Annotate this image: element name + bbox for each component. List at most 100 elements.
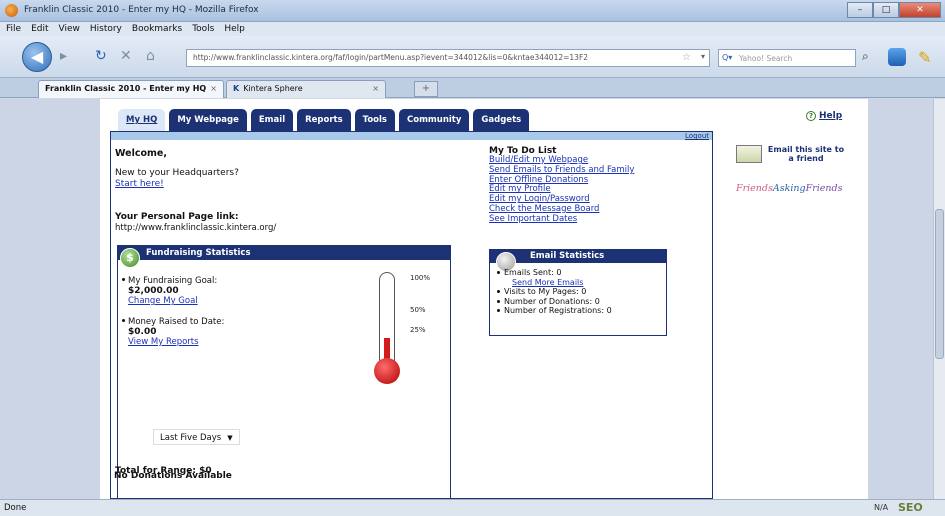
todo-list: Build/Edit my Webpage Send Emails to Fri…: [489, 155, 634, 225]
tab-tools[interactable]: Tools: [354, 109, 395, 131]
page-content: My HQ My Webpage Email Reports Tools Com…: [0, 99, 945, 500]
main-panel: Logout Welcome, New to your Headquarters…: [110, 131, 713, 500]
toolbar-addon-icon[interactable]: [888, 48, 906, 66]
close-window-button[interactable]: ✕: [899, 2, 941, 18]
thermo-label-100: 100%: [410, 274, 431, 282]
send-more-emails-link[interactable]: Send More Emails: [504, 278, 612, 288]
help-link[interactable]: ? Help: [806, 111, 842, 121]
visits-count: Visits to My Pages: 0: [497, 287, 612, 297]
start-here-link[interactable]: Start here!: [115, 179, 164, 189]
fundraising-header-label: Fundraising Statistics: [146, 248, 251, 258]
date-range-select[interactable]: Last Five Days ▼: [153, 429, 240, 445]
welcome-heading: Welcome,: [115, 148, 167, 159]
tab-strip: Franklin Classic 2010 - Enter my HQ × KK…: [0, 78, 945, 98]
close-tab-icon[interactable]: ×: [210, 81, 217, 97]
help-icon: ?: [806, 111, 816, 121]
friends-asking-friends-logo: FriendsAskingFriends: [736, 183, 843, 194]
window-title-bar: Franklin Classic 2010 - Enter my HQ - Mo…: [0, 0, 945, 22]
dollar-icon: $: [120, 248, 140, 268]
forward-button[interactable]: ▸: [60, 48, 67, 64]
kintera-icon: K: [233, 84, 240, 93]
emails-sent: Emails Sent: 0: [497, 268, 612, 278]
tab-reports[interactable]: Reports: [297, 109, 351, 131]
firefox-icon: [5, 4, 18, 17]
thermometer-bulb: [374, 358, 400, 384]
todo-important-dates[interactable]: See Important Dates: [489, 214, 634, 225]
window-controls: – □ ✕: [847, 2, 941, 18]
tab-community[interactable]: Community: [399, 109, 470, 131]
email-friend-label: Email this site to a friend: [767, 145, 845, 163]
panel-top-bar: Logout: [111, 132, 712, 140]
change-goal-link[interactable]: Change My Goal: [128, 296, 217, 306]
tab-email[interactable]: Email: [250, 109, 294, 131]
email-stats-header: Email Statistics: [490, 250, 666, 272]
chevron-down-icon: ▼: [227, 434, 233, 442]
tab-label: Kintera Sphere: [243, 84, 303, 93]
email-stats-header-label: Email Statistics: [530, 251, 605, 261]
url-dropdown-icon[interactable]: ▾: [701, 52, 705, 61]
page-margin-left: [0, 99, 100, 499]
fundraising-goal: My Fundraising Goal: $2,000.00 Change My…: [122, 276, 218, 306]
navigation-toolbar: ◀ ▸ ↻ ✕ ⌂ http://www.franklinclassic.kin…: [0, 36, 945, 78]
home-icon[interactable]: ⌂: [146, 48, 155, 64]
menu-help[interactable]: Help: [224, 22, 245, 36]
personal-page-url: http://www.franklinclassic.kintera.org/: [115, 223, 277, 233]
email-stats-list: Emails Sent: 0 Send More Emails Visits t…: [497, 268, 612, 316]
vertical-scrollbar[interactable]: [933, 99, 945, 499]
money-raised: Money Raised to Date: $0.00 View My Repo…: [122, 317, 225, 347]
fundraising-statistics-box: $ Fundraising Statistics My Fundraising …: [117, 245, 451, 500]
help-label: Help: [819, 111, 843, 121]
search-bar[interactable]: Q▾ Yahoo! Search: [718, 49, 856, 67]
status-text: Done: [4, 503, 27, 513]
donations-count: Number of Donations: 0: [497, 297, 612, 307]
back-button[interactable]: ◀: [22, 42, 52, 72]
page-margin-right: [868, 99, 933, 499]
bookmark-star-icon[interactable]: ☆: [682, 52, 691, 63]
status-na: N/A: [874, 503, 889, 512]
search-engine-icon[interactable]: Q▾: [722, 53, 732, 62]
tab-my-hq[interactable]: My HQ: [118, 109, 166, 131]
no-donations-label: No Donations Available: [114, 471, 232, 481]
menu-history[interactable]: History: [90, 22, 122, 36]
menu-tools[interactable]: Tools: [192, 22, 214, 36]
menu-bookmarks[interactable]: Bookmarks: [132, 22, 182, 36]
close-tab-icon[interactable]: ×: [372, 81, 379, 97]
url-text: http://www.franklinclassic.kintera.org/f…: [193, 53, 589, 62]
goal-label: My Fundraising Goal:: [128, 276, 218, 286]
menu-view[interactable]: View: [59, 22, 80, 36]
email-friend-link[interactable]: Email this site to a friend: [736, 143, 848, 173]
bullet: [122, 278, 125, 281]
logout-link[interactable]: Logout: [685, 132, 709, 140]
registrations-count: Number of Registrations: 0: [497, 306, 612, 316]
search-placeholder: Yahoo! Search: [739, 54, 793, 63]
tab-my-webpage[interactable]: My Webpage: [169, 109, 247, 131]
reload-icon[interactable]: ↻: [95, 48, 107, 64]
range-select-value: Last Five Days: [160, 433, 222, 443]
tab-franklin-classic[interactable]: Franklin Classic 2010 - Enter my HQ ×: [38, 80, 224, 98]
search-go-icon[interactable]: ⌕: [862, 49, 878, 67]
seo-addon-icon[interactable]: SEO: [898, 501, 923, 514]
bullet: [122, 319, 125, 322]
thermo-label-50: 50%: [410, 306, 426, 314]
stop-icon[interactable]: ✕: [120, 48, 132, 64]
window-title: Franklin Classic 2010 - Enter my HQ - Mo…: [24, 5, 259, 15]
status-bar: Done N/A SEO: [0, 499, 945, 516]
new-tab-button[interactable]: +: [414, 81, 438, 97]
new-to-hq-text: New to your Headquarters?: [115, 168, 239, 178]
tab-kintera-sphere[interactable]: K Kintera Sphere ×: [226, 80, 386, 98]
menu-edit[interactable]: Edit: [31, 22, 48, 36]
goal-value: $2,000.00: [128, 286, 179, 296]
menu-bar: File Edit View History Bookmarks Tools H…: [0, 22, 945, 36]
menu-file[interactable]: File: [6, 22, 21, 36]
minimize-button[interactable]: –: [847, 2, 873, 18]
toolbar-pencil-icon[interactable]: ✎: [918, 48, 938, 68]
envelope-icon: [736, 145, 762, 163]
tab-gadgets[interactable]: Gadgets: [473, 109, 530, 131]
site-nav-tabs: My HQ My Webpage Email Reports Tools Com…: [118, 109, 530, 131]
address-bar[interactable]: http://www.franklinclassic.kintera.org/f…: [186, 49, 710, 67]
view-reports-link[interactable]: View My Reports: [128, 337, 224, 347]
scrollbar-thumb[interactable]: [935, 209, 944, 359]
raised-label: Money Raised to Date:: [128, 317, 225, 327]
maximize-button[interactable]: □: [873, 2, 899, 18]
thermo-label-25: 25%: [410, 326, 426, 334]
